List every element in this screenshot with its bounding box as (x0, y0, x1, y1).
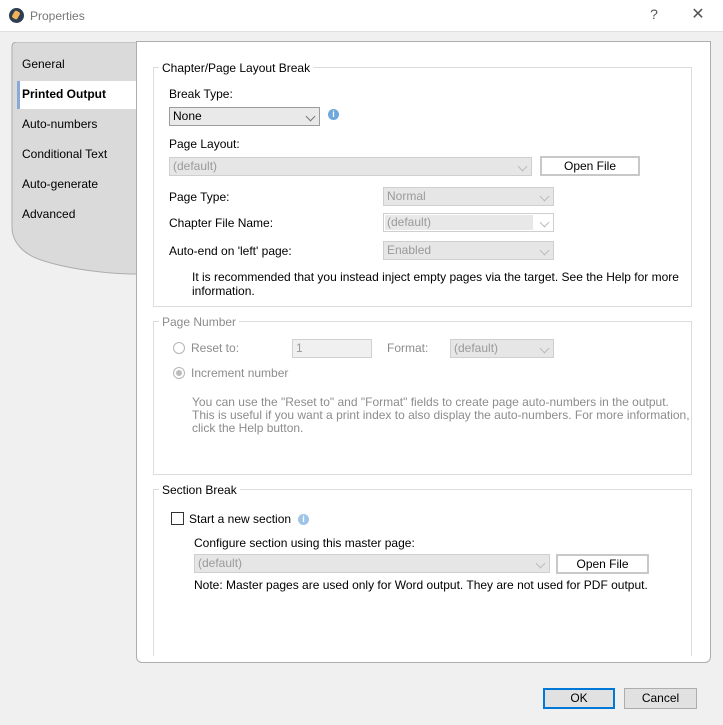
chevron-down-icon (539, 217, 550, 228)
reset-to-radio[interactable] (173, 342, 185, 354)
chapter-break-note-line2: information. (192, 284, 255, 298)
help-button[interactable]: ? (646, 6, 662, 24)
page-type-select[interactable]: Normal (383, 187, 554, 206)
increment-number-radio[interactable] (173, 367, 185, 379)
format-value: (default) (454, 341, 499, 355)
chapter-file-name-value: (default) (385, 215, 533, 230)
tab-conditional-text[interactable]: Conditional Text (22, 147, 107, 161)
page-layout-value: (default) (173, 159, 218, 173)
format-select[interactable]: (default) (450, 339, 554, 358)
ok-button[interactable]: OK (543, 688, 615, 709)
tab-strip-background (11, 42, 138, 275)
close-button[interactable]: ✕ (688, 5, 708, 25)
format-label: Format: (387, 341, 429, 355)
chapter-file-name-combo[interactable]: (default) (383, 213, 554, 232)
title-bar: Properties ? ✕ (0, 0, 723, 31)
reset-to-input[interactable]: 1 (292, 339, 372, 358)
page-layout-open-file-button[interactable]: Open File (540, 156, 640, 176)
master-page-select[interactable]: (default) (194, 554, 550, 573)
page-number-note-line1: You can use the "Reset to" and "Format" … (192, 395, 669, 409)
auto-end-label: Auto-end on 'left' page: (169, 244, 292, 258)
chevron-down-icon (535, 558, 546, 569)
break-type-label: Break Type: (169, 87, 233, 101)
tab-advanced[interactable]: Advanced (22, 207, 75, 221)
page-type-label: Page Type: (169, 190, 230, 204)
configure-master-page-label: Configure section using this master page… (194, 536, 415, 550)
window-title: Properties (30, 9, 85, 23)
master-page-value: (default) (198, 556, 243, 570)
break-type-value: None (173, 109, 202, 123)
app-icon (9, 8, 24, 23)
master-page-open-file-button[interactable]: Open File (556, 554, 649, 574)
page-type-value: Normal (387, 189, 426, 203)
tab-auto-numbers[interactable]: Auto-numbers (22, 117, 97, 131)
chevron-down-icon (539, 343, 550, 354)
tab-strip (11, 42, 138, 282)
start-new-section-label: Start a new section (189, 512, 292, 526)
break-type-select[interactable]: None (169, 107, 320, 126)
chapter-break-legend: Chapter/Page Layout Break (159, 61, 314, 75)
chevron-down-icon (517, 161, 528, 172)
auto-end-select[interactable]: Enabled (383, 241, 554, 260)
auto-end-value: Enabled (387, 243, 432, 257)
master-page-note: Note: Master pages are used only for Wor… (194, 578, 648, 592)
chapter-file-name-label: Chapter File Name: (169, 216, 274, 230)
tab-auto-generate[interactable]: Auto-generate (22, 177, 98, 191)
page-number-note-line2: This is useful if you want a print index… (192, 408, 690, 422)
start-new-section-checkbox[interactable] (171, 512, 184, 525)
chevron-down-icon (539, 245, 550, 256)
cancel-button[interactable]: Cancel (624, 688, 697, 709)
tab-general[interactable]: General (22, 57, 65, 71)
tab-printed-output[interactable]: Printed Output (22, 87, 106, 101)
info-icon[interactable]: i (328, 109, 339, 120)
page-number-legend: Page Number (159, 315, 240, 329)
page-layout-select[interactable]: (default) (169, 157, 532, 176)
info-icon[interactable]: i (298, 514, 309, 525)
page-number-note-line3: click the Help button. (192, 421, 304, 435)
increment-number-label: Increment number (191, 366, 289, 380)
chevron-down-icon (305, 111, 316, 122)
section-break-legend: Section Break (159, 483, 240, 497)
chevron-down-icon (539, 191, 550, 202)
reset-to-label: Reset to: (191, 341, 240, 355)
page-layout-label: Page Layout: (169, 137, 240, 151)
chapter-break-note-line1: It is recommended that you instead injec… (192, 270, 679, 284)
tab-active-indicator (17, 81, 20, 109)
